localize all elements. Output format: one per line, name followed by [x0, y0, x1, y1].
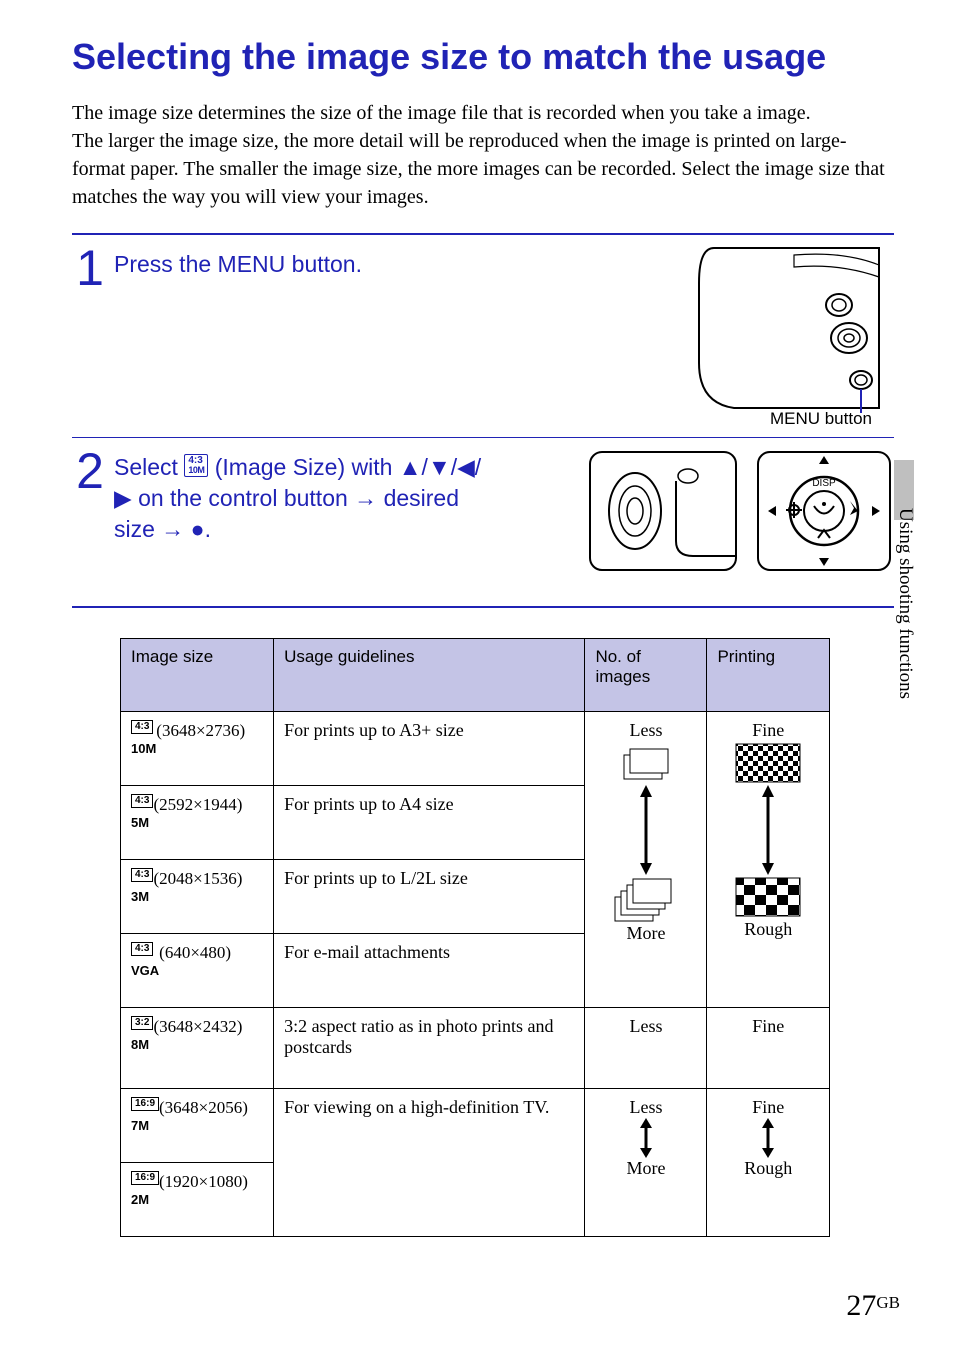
size-cell: 3:28M(3648×2432) — [121, 1008, 274, 1089]
side-tab-label: Using shooting functions — [894, 508, 916, 699]
size-cell: 16:92M(1920×1080) — [121, 1163, 274, 1237]
num-images-scale-1: Less More — [585, 712, 707, 1008]
printing-scale-2: Fine Rough — [707, 1089, 830, 1237]
intro-paragraph: The image size determines the size of th… — [72, 99, 894, 211]
step-1: 1 Press the MENU button. MENU button — [72, 235, 894, 438]
usage-cell: For e-mail attachments — [274, 934, 585, 1008]
step-1-number: 1 — [72, 243, 108, 293]
double-arrow-icon — [636, 1118, 656, 1158]
table-header-row: Image size Usage guidelines No. of image… — [121, 639, 830, 712]
step-2-pre: Select — [114, 454, 184, 480]
image-size-icon: 4:310M — [184, 454, 208, 477]
size-cell: 4:33M(2048×1536) — [121, 860, 274, 934]
printing-scale-1: Fine Rough — [707, 712, 830, 1008]
num-images-scale-2: Less More — [585, 1089, 707, 1237]
step-2: 2 Select 4:310M (Image Size) with ▲/▼/◀/… — [72, 438, 894, 606]
step-2-number: 2 — [72, 446, 108, 496]
table-row: 4:310M(3648×2736) For prints up to A3+ s… — [121, 712, 830, 786]
page-number: 27GB — [846, 1289, 900, 1323]
double-arrow-icon — [758, 785, 778, 875]
double-arrow-icon — [636, 785, 656, 875]
usage-cell: 3:2 aspect ratio as in photo prints and … — [274, 1008, 585, 1089]
size-cell: 16:97M(3648×2056) — [121, 1089, 274, 1163]
page-title: Selecting the image size to match the us… — [72, 36, 894, 77]
col-usage: Usage guidelines — [274, 639, 585, 712]
step-1-text: Press the MENU button. — [114, 243, 494, 280]
step-1-illustration — [494, 243, 894, 413]
num-images-cell: Less — [585, 1008, 707, 1089]
size-cell: 4:35M(2592×1944) — [121, 786, 274, 860]
col-num-images: No. of images — [585, 639, 707, 712]
svg-text:DISP: DISP — [812, 478, 836, 489]
table-row: 16:97M(3648×2056) For viewing on a high-… — [121, 1089, 830, 1163]
double-arrow-icon — [758, 1118, 778, 1158]
checker-fine-icon — [733, 741, 803, 785]
usage-cell: For viewing on a high-definition TV. — [274, 1089, 585, 1237]
col-image-size: Image size — [121, 639, 274, 712]
image-size-table: Image size Usage guidelines No. of image… — [120, 638, 830, 1237]
usage-cell: For prints up to A3+ size — [274, 712, 585, 786]
menu-button-caption: MENU button — [770, 409, 872, 429]
pages-few-icon — [616, 741, 676, 785]
size-cell: 4:3VGA(640×480) — [121, 934, 274, 1008]
table-row: 3:28M(3648×2432) 3:2 aspect ratio as in … — [121, 1008, 830, 1089]
step-2-text: Select 4:310M (Image Size) with ▲/▼/◀/▶ … — [114, 446, 494, 545]
steps-block: 1 Press the MENU button. MENU button — [72, 233, 894, 608]
size-cell: 4:310M(3648×2736) — [121, 712, 274, 786]
printing-cell: Fine — [707, 1008, 830, 1089]
section-side-tab: Using shooting functions — [886, 460, 914, 760]
checker-rough-icon — [733, 875, 803, 919]
pages-many-icon — [613, 875, 679, 923]
col-printing: Printing — [707, 639, 830, 712]
usage-cell: For prints up to L/2L size — [274, 860, 585, 934]
usage-cell: For prints up to A4 size — [274, 786, 585, 860]
step-2-illustration: DISP — [494, 446, 894, 576]
